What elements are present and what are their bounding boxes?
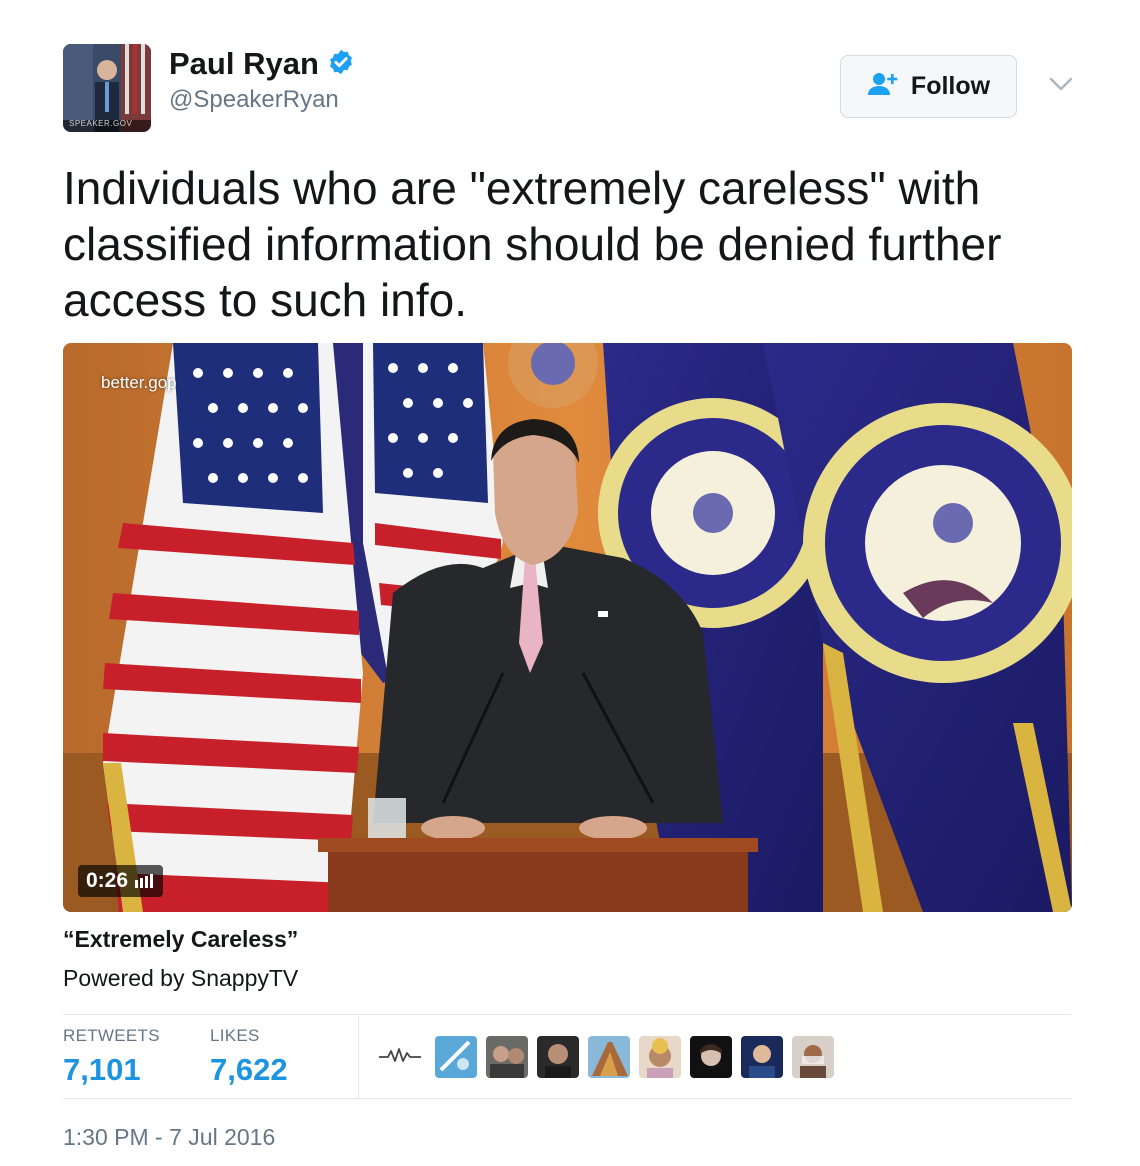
author-name[interactable]: Paul Ryan: [169, 46, 319, 82]
retweets-label: RETWEETS: [63, 1026, 160, 1045]
volume-bars-icon: [135, 874, 155, 888]
liker-avatar[interactable]: [741, 1036, 783, 1078]
divider-bottom: [63, 1098, 1071, 1099]
video-player[interactable]: better.gop 0:26: [63, 343, 1072, 912]
tweet-text: Individuals who are "extremely careless"…: [63, 162, 1002, 326]
stats-divider: [358, 1016, 359, 1098]
video-watermark: better.gop: [101, 373, 177, 392]
divider-top: [63, 1014, 1071, 1015]
retweets-stat[interactable]: RETWEETS 7,101: [63, 1026, 160, 1088]
follow-button[interactable]: Follow: [840, 55, 1017, 118]
liker-avatar[interactable]: [537, 1036, 579, 1078]
liker-avatar[interactable]: [690, 1036, 732, 1078]
liker-avatar[interactable]: [639, 1036, 681, 1078]
follow-label: Follow: [910, 72, 991, 100]
activity-icon: [378, 1045, 422, 1070]
video-title[interactable]: “Extremely Careless”: [63, 926, 298, 953]
likers-row: [378, 1036, 834, 1078]
author-handle[interactable]: @SpeakerRyan: [169, 86, 339, 114]
author-name-row[interactable]: Paul Ryan: [169, 46, 355, 82]
avatar-caption: SPEAKER.GOV: [69, 119, 133, 128]
add-user-icon: [867, 71, 901, 102]
likes-count: 7,622: [210, 1052, 288, 1087]
liker-avatar[interactable]: [792, 1036, 834, 1078]
chevron-down-icon[interactable]: [1046, 72, 1076, 96]
liker-avatar[interactable]: [435, 1036, 477, 1078]
verified-badge-icon: [327, 48, 355, 81]
video-duration: 0:26: [86, 869, 129, 892]
video-source: Powered by SnappyTV: [63, 965, 299, 991]
retweets-count: 7,101: [63, 1052, 141, 1087]
likes-label: LIKES: [210, 1026, 260, 1045]
video-duration-badge: 0:26: [78, 865, 164, 897]
author-avatar[interactable]: SPEAKER.GOV: [63, 44, 151, 132]
video-thumbnail: [63, 343, 1072, 912]
likes-stat[interactable]: LIKES 7,622: [210, 1026, 288, 1088]
tweet-timestamp[interactable]: 1:30 PM - 7 Jul 2016: [63, 1124, 275, 1151]
liker-avatar[interactable]: [588, 1036, 630, 1078]
liker-avatar[interactable]: [486, 1036, 528, 1078]
